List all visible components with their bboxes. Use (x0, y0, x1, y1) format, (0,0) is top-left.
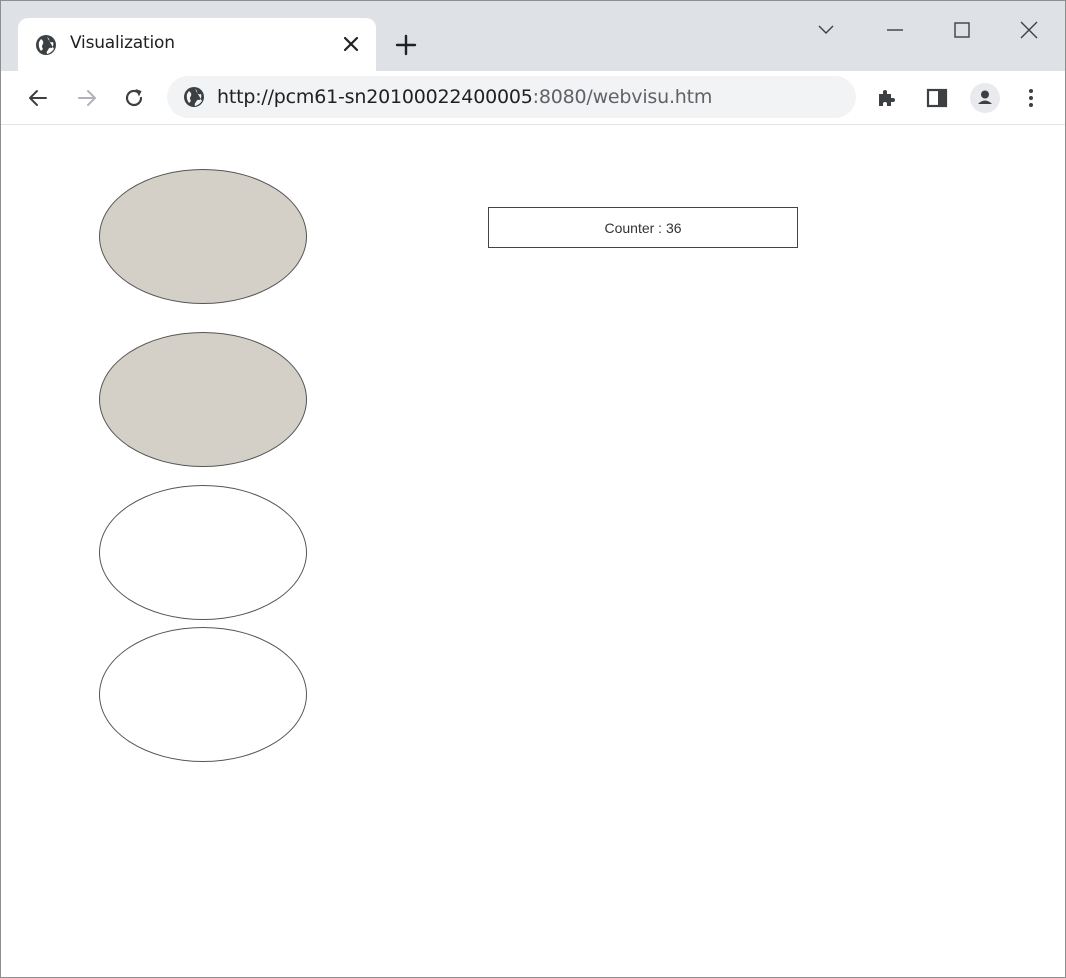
url-path: :8080/webvisu.htm (532, 86, 713, 108)
close-icon[interactable] (341, 34, 361, 54)
close-window-icon[interactable] (1018, 19, 1040, 41)
tab-title: Visualization (70, 33, 175, 53)
back-arrow-icon[interactable] (26, 86, 50, 110)
minimize-icon[interactable] (884, 19, 906, 41)
lamp-indicator-3 (99, 485, 307, 620)
chevron-down-icon[interactable] (815, 19, 837, 41)
counter-display: Counter : 36 (488, 207, 798, 248)
counter-text: Counter : 36 (604, 219, 682, 236)
profile-icon[interactable] (970, 83, 1000, 113)
lamp-indicator-1 (99, 169, 307, 304)
maximize-icon[interactable] (951, 19, 973, 41)
globe-icon (36, 35, 56, 55)
visualization-canvas: Counter : 36 (1, 125, 1065, 977)
puzzle-icon[interactable] (875, 86, 899, 110)
tab-visualization[interactable]: Visualization (18, 18, 376, 71)
plus-icon[interactable] (395, 34, 417, 56)
browser-toolbar: http://pcm61-sn20100022400005:8080/webvi… (1, 71, 1065, 125)
tab-strip: Visualization (1, 1, 1065, 71)
side-panel-icon[interactable] (925, 86, 949, 110)
browser-window: Visualization http://pcm61-sn20100022400… (0, 0, 1066, 978)
address-bar[interactable]: http://pcm61-sn20100022400005:8080/webvi… (167, 76, 856, 118)
reload-icon[interactable] (122, 86, 146, 110)
forward-arrow-icon[interactable] (75, 86, 99, 110)
kebab-menu-icon[interactable] (1019, 86, 1043, 110)
url-text: http://pcm61-sn20100022400005:8080/webvi… (217, 86, 712, 108)
lamp-indicator-4 (99, 627, 307, 762)
lamp-indicator-2 (99, 332, 307, 467)
url-host: http://pcm61-sn20100022400005 (217, 86, 533, 108)
globe-icon[interactable] (183, 86, 205, 108)
